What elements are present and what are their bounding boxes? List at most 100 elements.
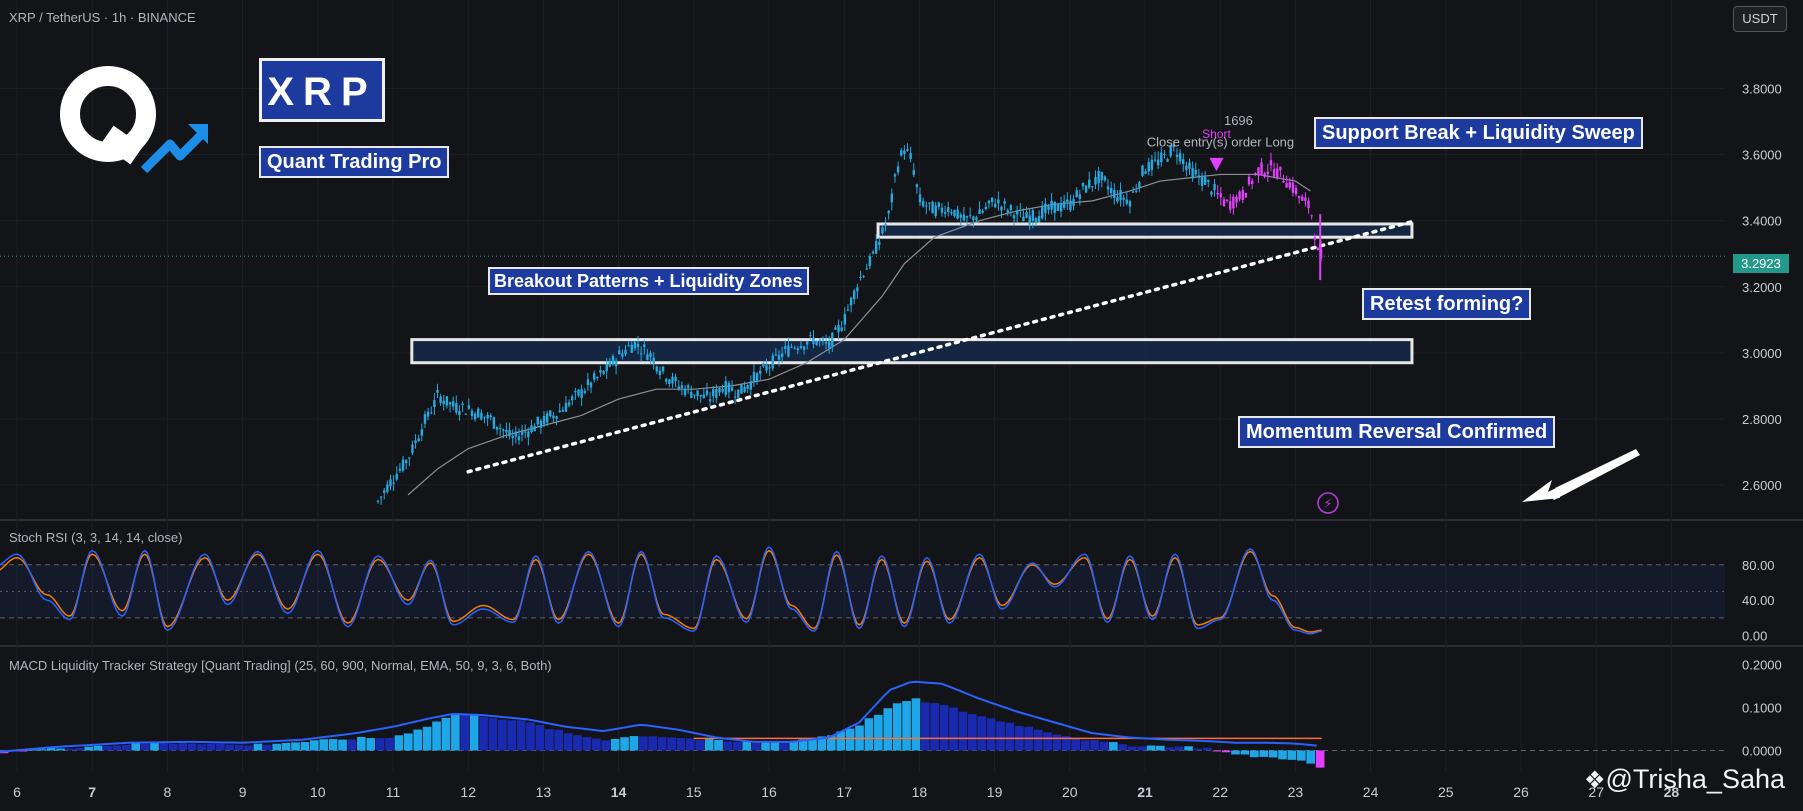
macd-histogram-bar <box>996 721 1005 751</box>
candle-body <box>1097 170 1100 184</box>
candle-body <box>436 389 439 393</box>
candle-body <box>1285 183 1288 188</box>
candle-body <box>793 347 796 349</box>
q-logo-with-arrow-icon <box>60 66 208 174</box>
candle-body <box>1257 167 1260 176</box>
trade-id-label: 1696 <box>1224 113 1253 128</box>
macd-histogram-bar <box>56 748 65 751</box>
candle-body <box>815 340 818 345</box>
candle-body <box>1232 196 1235 209</box>
candle-body <box>928 202 931 204</box>
candle-body <box>790 346 793 348</box>
candle-body <box>1313 237 1317 240</box>
candle-body <box>1100 171 1103 181</box>
macd-histogram-bar <box>902 701 911 751</box>
candle-body <box>1307 200 1310 209</box>
candle-body <box>1160 152 1163 163</box>
candle-body <box>712 389 715 397</box>
macd-histogram-bar <box>1221 750 1231 753</box>
candle-body <box>455 402 458 413</box>
macd-title[interactable]: MACD Liquidity Tracker Strategy [Quant T… <box>9 658 552 673</box>
candle-body <box>868 256 872 266</box>
macd-histogram-bar <box>714 739 723 751</box>
candle-body <box>536 416 539 425</box>
macd-histogram-bar <box>545 729 554 751</box>
candle-body <box>862 275 865 277</box>
macd-histogram-bar <box>563 733 573 751</box>
candle-body <box>1263 173 1266 177</box>
x-tick-label: 15 <box>686 784 702 800</box>
candle-body <box>799 346 803 349</box>
macd-histogram-bar <box>178 743 188 751</box>
macd-histogram-bar <box>751 743 761 751</box>
x-tick-label: 25 <box>1438 784 1454 800</box>
candle-body <box>379 496 383 498</box>
candle-body <box>787 345 790 357</box>
macd-histogram-bar <box>554 729 564 751</box>
candle-body <box>1191 167 1194 179</box>
x-tick-label: 22 <box>1212 784 1228 800</box>
candle-body <box>1203 177 1207 185</box>
candle-body <box>953 209 956 217</box>
candle-body <box>599 370 602 373</box>
candle-body <box>1156 159 1160 166</box>
macd-histogram-bar <box>234 744 244 751</box>
candle-body <box>1178 152 1182 162</box>
candle-body <box>1044 203 1047 214</box>
currency-button[interactable]: USDT <box>1733 6 1787 32</box>
candle-body <box>806 341 809 345</box>
candle-body <box>950 212 953 214</box>
x-tick-label: 23 <box>1288 784 1304 800</box>
candle-body <box>677 386 680 389</box>
macd-histogram-bar <box>742 741 752 751</box>
candle-body <box>483 416 486 418</box>
candle-body <box>937 202 941 207</box>
symbol-line[interactable]: XRP / TetherUS · 1h · BINANCE <box>9 10 196 25</box>
candle-body <box>1006 210 1009 213</box>
x-tick-label: 21 <box>1137 784 1153 800</box>
candle-body <box>818 339 821 341</box>
candle-body <box>1207 179 1210 182</box>
macd-histogram-bar <box>986 718 996 751</box>
macd-histogram-bar <box>1193 748 1203 751</box>
macd-histogram-bar <box>65 748 75 751</box>
candle-body <box>1310 215 1313 217</box>
candle-body <box>1279 166 1282 171</box>
x-tick-label: 16 <box>761 784 777 800</box>
candle-body <box>730 387 734 391</box>
macd-histogram-bar <box>1184 746 1193 751</box>
macd-histogram-bar <box>874 714 883 751</box>
x-tick-label: 13 <box>536 784 552 800</box>
macd-histogram-bar <box>629 736 639 751</box>
candle-body <box>843 314 847 325</box>
macd-histogram-bar <box>968 714 977 751</box>
macd-histogram-bar <box>385 737 394 751</box>
candle-body <box>984 206 988 209</box>
candle-body <box>445 396 449 406</box>
macd-histogram-bar <box>1315 750 1325 768</box>
stoch-rsi-title[interactable]: Stoch RSI (3, 3, 14, 14, close) <box>9 530 182 545</box>
macd-histogram-bar <box>432 721 441 751</box>
candle-body <box>821 339 825 341</box>
candle-body <box>887 210 890 214</box>
macd-histogram-bar <box>516 720 526 751</box>
macd-histogram-bar <box>281 742 291 751</box>
candle-body <box>580 389 583 398</box>
macd-histogram-bar <box>657 737 667 751</box>
candle-body <box>846 309 850 311</box>
candle-body <box>542 416 546 424</box>
macd-histogram-bar <box>300 741 310 751</box>
macd-histogram-bar <box>977 716 987 751</box>
candle-body <box>1175 154 1179 157</box>
macd-histogram-bar <box>1250 750 1259 758</box>
candle-body <box>774 354 778 356</box>
candle-body <box>1069 200 1072 211</box>
candle-body <box>1094 177 1097 185</box>
macd-histogram-bar <box>84 746 94 751</box>
candle-body <box>458 411 461 415</box>
candle-body <box>618 350 621 355</box>
candle-body <box>602 370 605 374</box>
price-tick-label: 3.0000 <box>1742 346 1782 361</box>
candle-body <box>1000 206 1003 211</box>
candle-body <box>1288 182 1291 188</box>
